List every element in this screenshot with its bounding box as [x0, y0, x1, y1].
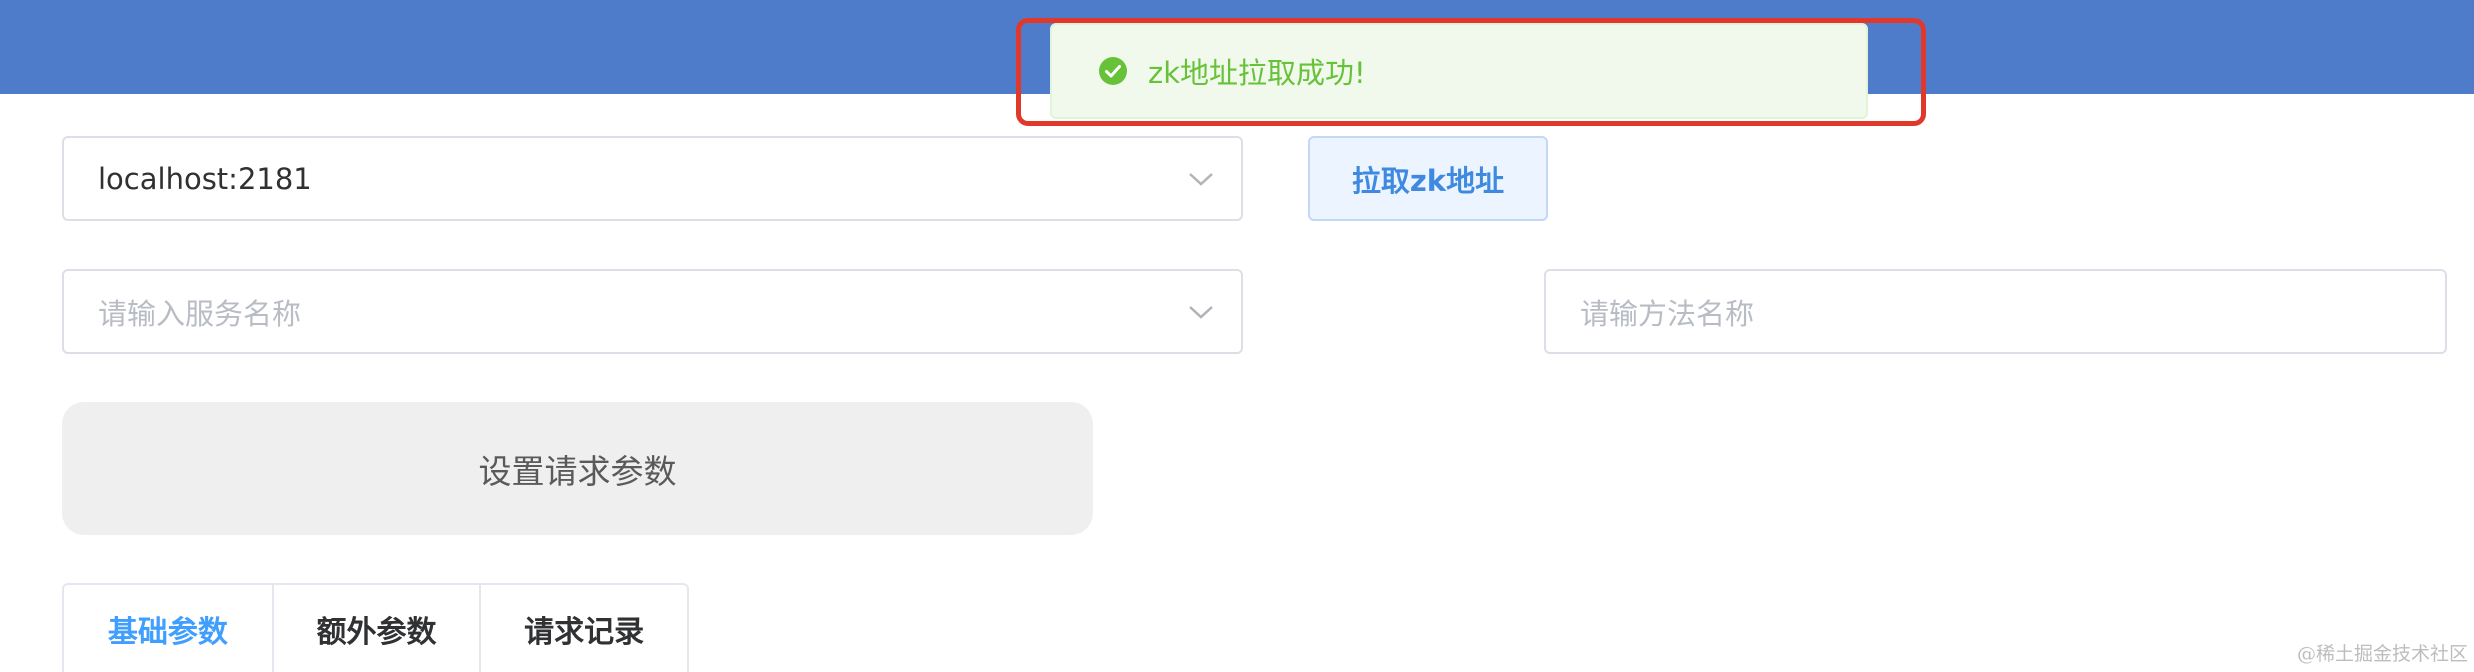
set-request-params-button[interactable]: 设置请求参数 — [62, 402, 1093, 535]
method-name-input[interactable]: 请输方法名称 — [1544, 269, 2447, 354]
tab-basic-params[interactable]: 基础参数 — [64, 585, 272, 672]
zk-address-value: localhost:2181 — [98, 161, 312, 196]
watermark: @稀土掘金技术社区 — [2296, 643, 2468, 665]
tab-request-history[interactable]: 请求记录 — [479, 585, 687, 672]
method-name-placeholder: 请输方法名称 — [1580, 296, 1755, 331]
chevron-down-icon — [1189, 305, 1213, 319]
service-name-select[interactable]: 请输入服务名称 — [62, 269, 1243, 354]
params-tabs: 基础参数 额外参数 请求记录 — [62, 583, 689, 672]
toast-highlight-box — [1016, 18, 1926, 126]
chevron-down-icon — [1189, 172, 1213, 186]
pull-zk-address-button[interactable]: 拉取zk地址 — [1308, 136, 1548, 221]
zk-address-select[interactable]: localhost:2181 — [62, 136, 1243, 221]
tab-extra-params[interactable]: 额外参数 — [271, 585, 480, 672]
service-name-placeholder: 请输入服务名称 — [98, 296, 302, 331]
